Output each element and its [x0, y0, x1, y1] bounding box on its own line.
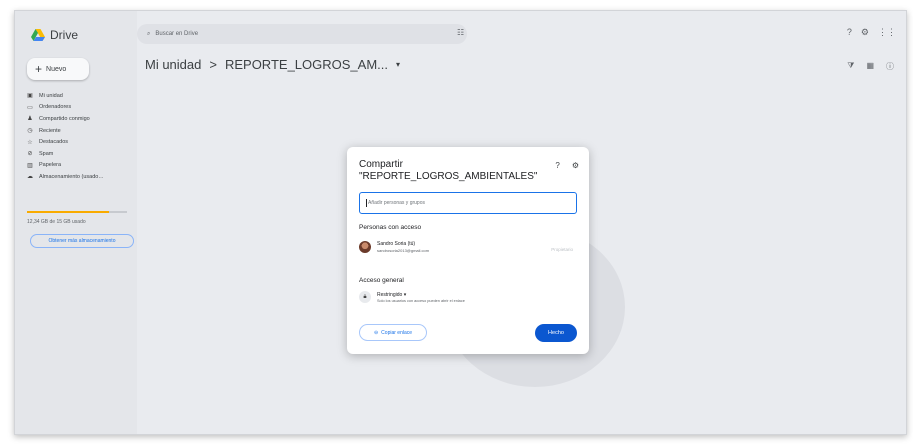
sidebar-item-label: Reciente [39, 127, 61, 134]
help-icon[interactable]: ? [847, 27, 852, 38]
sidebar-item-spam[interactable]: ⊘ Spam [27, 148, 104, 160]
sidebar-item-label: Almacenamiento (usado… [39, 173, 104, 180]
share-dialog: Compartir "REPORTE_LOGROS_AMBIENTALES" ?… [347, 147, 589, 354]
plus-icon: + [35, 62, 43, 76]
share-title-label: Compartir [359, 159, 403, 170]
text-caret [366, 199, 367, 207]
cloud-icon: ☁ [27, 174, 33, 181]
sidebar-item-label: Spam [39, 150, 54, 157]
storage-bar-fill [27, 211, 109, 213]
add-people-input[interactable]: Añadir personas y grupos [359, 192, 577, 214]
sidebar-item-shared[interactable]: ♟ Compartido conmigo [27, 113, 104, 125]
sidebar-item-label: Papelera [39, 162, 62, 169]
sidebar-item-label: Compartido conmigo [39, 115, 90, 122]
shared-icon: ♟ [27, 116, 33, 123]
storage-usage-text: 12,34 GB de 15 GB usado [27, 219, 86, 225]
sidebar-item-my-drive[interactable]: ▣ Mi unidad [27, 90, 104, 102]
people-with-access-heading: Personas con acceso [359, 224, 422, 231]
sidebar-nav: ▣ Mi unidad ▭ Ordenadores ♟ Compartido c… [27, 90, 104, 183]
storage-bar [27, 211, 127, 213]
computer-icon: ▭ [27, 104, 33, 111]
breadcrumb-separator: > [209, 57, 217, 72]
my-drive-icon: ▣ [27, 93, 33, 100]
link-icon: ⊖ [373, 329, 379, 336]
search-bar[interactable]: ⌕ Buscar en Drive [137, 24, 467, 44]
share-dialog-title: Compartir "REPORTE_LOGROS_AMBIENTALES" [359, 159, 537, 183]
new-button-label: Nuevo [46, 65, 67, 73]
filter-icon[interactable]: ⧩ [847, 61, 854, 72]
breadcrumb: Mi unidad > REPORTE_LOGROS_AM... ▾ [145, 57, 400, 72]
avatar [359, 241, 371, 253]
sidebar-item-label: Destacados [39, 139, 69, 146]
sidebar-item-computers[interactable]: ▭ Ordenadores [27, 102, 104, 114]
sidebar-item-label: Ordenadores [39, 104, 72, 111]
search-input[interactable]: Buscar en Drive [155, 31, 198, 37]
lock-icon: 🔒︎ [359, 291, 371, 303]
view-controls: ⧩ ▦ ⓘ [847, 61, 894, 72]
access-description: Solo los usuarios con acceso pueden abri… [377, 298, 465, 303]
trash-icon: ▥ [27, 162, 33, 169]
sidebar-item-storage[interactable]: ☁ Almacenamiento (usado… [27, 171, 104, 183]
add-people-placeholder: Añadir personas y grupos [368, 200, 425, 206]
general-access-heading: Acceso general [359, 277, 404, 284]
person-row[interactable]: Sandro Soria (tú) sandrosoria2013@gmail.… [359, 241, 429, 253]
get-more-storage-button[interactable]: Obtener más almacenamiento [30, 234, 134, 248]
breadcrumb-current[interactable]: REPORTE_LOGROS_AM... [225, 57, 388, 72]
settings-icon[interactable]: ⚙ [572, 161, 579, 170]
help-icon[interactable]: ? [555, 161, 559, 170]
top-right-icons: ? ⚙ ⋮⋮ [847, 27, 896, 38]
access-level-select[interactable]: Restringido ▾ [377, 292, 465, 298]
drive-logo-icon [31, 29, 45, 41]
person-role: Propietario [551, 247, 573, 252]
sidebar-item-recent[interactable]: ◷ Reciente [27, 125, 104, 137]
apps-grid-icon[interactable]: ⋮⋮ [878, 27, 896, 38]
sidebar-item-trash[interactable]: ▥ Papelera [27, 160, 104, 172]
copy-link-button[interactable]: ⊖ Copiar enlace [359, 324, 427, 341]
settings-icon[interactable]: ⚙ [861, 27, 869, 38]
search-options-icon[interactable]: ☷ [457, 28, 464, 37]
sidebar-item-starred[interactable]: ☆ Destacados [27, 136, 104, 148]
person-email: sandrosoria2013@gmail.com [377, 248, 430, 253]
drive-logo[interactable]: Drive [31, 28, 78, 42]
breadcrumb-root[interactable]: Mi unidad [145, 57, 201, 72]
app-name: Drive [50, 28, 79, 42]
info-icon[interactable]: ⓘ [886, 61, 894, 72]
clock-icon: ◷ [27, 128, 33, 135]
access-level-label: Restringido [377, 291, 403, 298]
search-icon: ⌕ [147, 30, 151, 37]
spam-icon: ⊘ [27, 151, 33, 158]
done-button[interactable]: Hecho [535, 324, 577, 342]
sidebar-item-label: Mi unidad [39, 92, 63, 99]
star-icon: ☆ [27, 139, 33, 146]
chevron-down-icon: ▾ [403, 291, 407, 298]
share-file-name: "REPORTE_LOGROS_AMBIENTALES" [359, 171, 538, 182]
sidebar: Drive + Nuevo ▣ Mi unidad ▭ Ordenadores … [15, 11, 137, 434]
chevron-down-icon[interactable]: ▾ [396, 60, 400, 69]
general-access-row: 🔒︎ Restringido ▾ Solo los usuarios con a… [359, 291, 465, 303]
grid-view-icon[interactable]: ▦ [866, 61, 874, 72]
person-name: Sandro Soria (tú) [377, 241, 416, 247]
copy-link-label: Copiar enlace [381, 329, 413, 336]
dialog-header-icons: ? ⚙ [555, 161, 579, 170]
new-button[interactable]: + Nuevo [27, 58, 89, 80]
